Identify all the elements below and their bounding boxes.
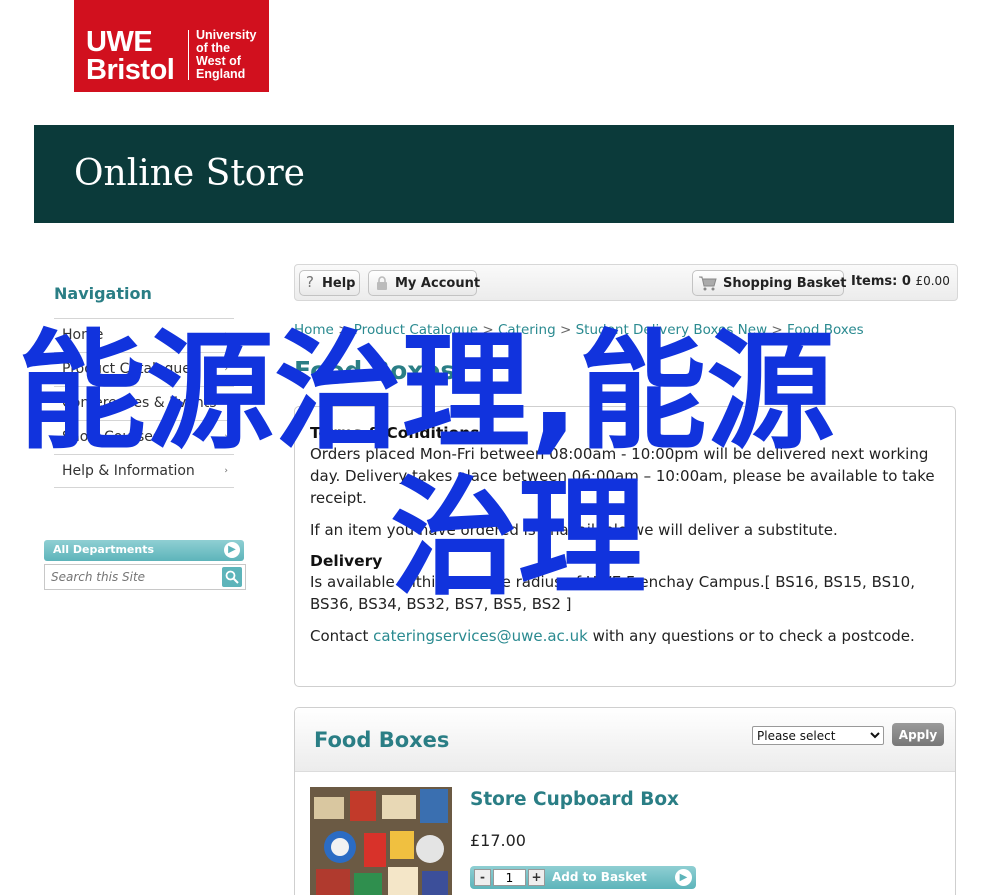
- nav-item-short-courses[interactable]: Short Courses ›: [54, 420, 234, 454]
- navigation-list: Home › Product Catalogue › Conferences & E…: [54, 318, 234, 488]
- contact-text: Contact cateringservices@uwe.ac.uk with …: [310, 625, 941, 647]
- chevron-right-circle-icon: ▶: [675, 869, 692, 886]
- contact-prefix: Contact: [310, 627, 369, 645]
- uwe-bristol-logo[interactable]: UWE Bristol University of the West of En…: [74, 0, 269, 92]
- sort-select[interactable]: Please select: [752, 726, 884, 745]
- breadcrumb-catering[interactable]: Catering: [498, 322, 556, 338]
- product-panel: Food Boxes Please select Apply Store Cup…: [294, 707, 956, 895]
- store-toolbar: ? Help My Account Shopping Basket Items:…: [294, 264, 958, 301]
- chevron-right-circle-icon: ▶: [224, 542, 240, 558]
- delivery-heading: Delivery: [310, 552, 383, 570]
- nav-item-home[interactable]: Home ›: [54, 318, 234, 352]
- product-image[interactable]: [310, 787, 452, 895]
- logo-university-text: University of the West of England: [196, 28, 257, 81]
- substitute-text: If an item you have ordered is unavailab…: [310, 521, 838, 539]
- contact-email-link[interactable]: cateringservices@uwe.ac.uk: [373, 627, 588, 645]
- add-to-basket-button[interactable]: Add to Basket: [552, 870, 647, 884]
- nav-item-label: Short Courses: [62, 429, 161, 445]
- help-label: Help: [322, 276, 356, 291]
- help-button[interactable]: ? Help: [299, 270, 360, 296]
- all-departments-label: All Departments: [53, 543, 155, 556]
- site-search: [44, 564, 246, 590]
- navigation-heading: Navigation: [54, 284, 152, 303]
- product-price: £17.00: [470, 831, 526, 850]
- nav-item-label: Product Catalogue: [62, 361, 191, 377]
- nav-item-conferences-events[interactable]: Conferences & Events ›: [54, 386, 234, 420]
- shopping-cart-icon: [699, 276, 717, 291]
- contact-suffix: with any questions or to check a postcod…: [592, 627, 915, 645]
- quantity-decrease-button[interactable]: -: [474, 869, 491, 886]
- product-panel-title: Food Boxes: [314, 728, 450, 752]
- breadcrumb-food-boxes[interactable]: Food Boxes: [787, 322, 864, 338]
- breadcrumb-separator: >: [482, 322, 494, 338]
- food-items-photo: [310, 787, 452, 895]
- search-button[interactable]: [222, 567, 242, 587]
- breadcrumb-home[interactable]: Home: [294, 322, 334, 338]
- breadcrumb: Home > Product Catalogue > Catering > St…: [294, 322, 864, 338]
- terms-text: Orders placed Mon-Fri between 08:00am - …: [310, 445, 935, 507]
- nav-item-product-catalogue[interactable]: Product Catalogue ›: [54, 352, 234, 386]
- magnifier-icon: [225, 570, 239, 584]
- padlock-icon: [377, 276, 387, 290]
- chevron-right-icon: ›: [224, 432, 228, 442]
- site-banner: Online Store: [34, 125, 954, 223]
- quantity-input[interactable]: [493, 869, 526, 886]
- my-account-label: My Account: [395, 276, 481, 291]
- chevron-right-icon: ›: [224, 398, 228, 408]
- nav-item-label: Home: [62, 327, 104, 343]
- page-title: Food Boxes: [294, 356, 456, 385]
- terms-info-box: Terms & Conditions Orders placed Mon-Fri…: [294, 406, 956, 687]
- nav-item-help-information[interactable]: Help & Information ›: [54, 454, 234, 488]
- quantity-increase-button[interactable]: +: [528, 869, 545, 886]
- terms-heading: Terms & Conditions: [310, 424, 480, 442]
- basket-summary: Items: 0 £0.00: [851, 274, 950, 289]
- apply-button[interactable]: Apply: [892, 723, 944, 746]
- chevron-right-icon: ›: [224, 364, 228, 374]
- nav-item-label: Conferences & Events: [62, 395, 217, 411]
- product-name-link[interactable]: Store Cupboard Box: [470, 789, 679, 810]
- question-mark-icon: ?: [306, 273, 314, 291]
- banner-title: Online Store: [74, 153, 305, 194]
- shopping-basket-button[interactable]: Shopping Basket: [692, 270, 847, 296]
- add-to-basket-bar: - + Add to Basket ▶: [470, 866, 696, 889]
- breadcrumb-product-catalogue[interactable]: Product Catalogue: [354, 322, 478, 338]
- breadcrumb-student-delivery-boxes[interactable]: Student Delivery Boxes New: [576, 322, 768, 338]
- breadcrumb-separator: >: [771, 322, 783, 338]
- shopping-basket-label: Shopping Basket: [723, 276, 847, 291]
- items-label: Items:: [851, 274, 898, 289]
- all-departments-button[interactable]: All Departments ▶: [44, 540, 244, 561]
- items-count: 0: [901, 274, 911, 289]
- chevron-right-icon: ›: [224, 330, 228, 340]
- logo-divider: [188, 30, 189, 80]
- delivery-text: Is available within a 3-mile radius of U…: [310, 573, 915, 613]
- basket-total: £0.00: [915, 274, 950, 288]
- my-account-button[interactable]: My Account: [368, 270, 481, 296]
- chevron-right-icon: ›: [224, 466, 228, 476]
- product-panel-header: Food Boxes Please select Apply: [295, 708, 955, 772]
- breadcrumb-separator: >: [338, 322, 350, 338]
- nav-item-label: Help & Information: [62, 463, 195, 479]
- search-input[interactable]: [47, 567, 219, 587]
- logo-wordmark: UWE Bristol: [86, 26, 175, 86]
- breadcrumb-separator: >: [559, 322, 572, 338]
